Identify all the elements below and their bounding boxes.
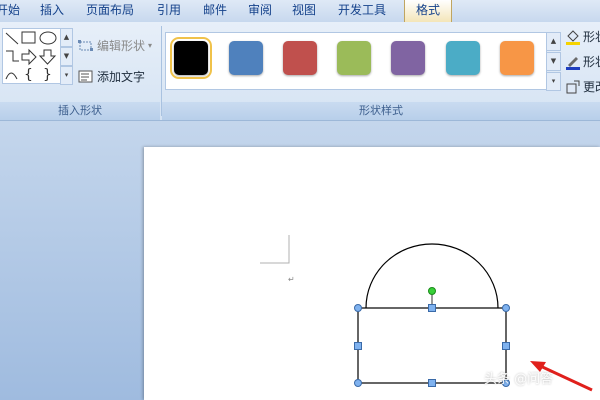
rotation-handle — [428, 287, 436, 295]
resize-handle-left — [354, 342, 362, 350]
resize-handle-top — [428, 304, 436, 312]
paragraph-mark-icon: ↵ — [288, 275, 295, 284]
resize-handle-top-right — [502, 304, 510, 312]
margin-corner-mark — [260, 235, 290, 264]
resize-handle-top-left — [354, 304, 362, 312]
document-canvas: ↵ — [260, 235, 593, 392]
resize-handle-bottom — [428, 379, 436, 387]
watermark: 头条 @问答 — [484, 372, 554, 387]
resize-handle-bottom-left — [354, 379, 362, 387]
resize-handle-right — [502, 342, 510, 350]
